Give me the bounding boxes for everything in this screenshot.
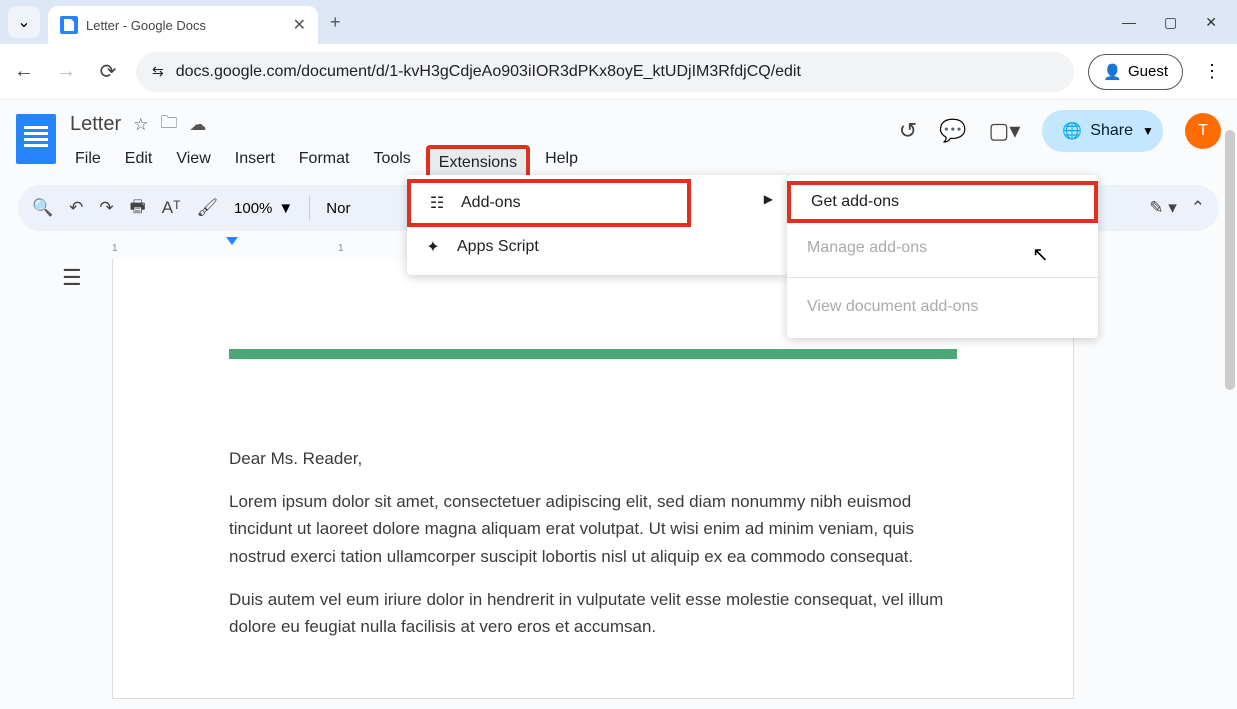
share-dropdown[interactable]: ▼: [1133, 110, 1163, 152]
view-doc-addons-label: View document add-ons: [807, 298, 978, 316]
vertical-scrollbar[interactable]: [1225, 100, 1237, 707]
share-label: Share: [1090, 122, 1133, 140]
menu-item-addons-overflow[interactable]: ▶: [659, 179, 789, 219]
paragraph[interactable]: Lorem ipsum dolor sit amet, consectetuer…: [229, 488, 957, 570]
move-icon[interactable]: 🗀: [160, 110, 177, 139]
chevron-right-icon: ▶: [764, 192, 773, 206]
editing-mode-icon[interactable]: ✎ ▾: [1149, 198, 1177, 218]
browser-menu-button[interactable]: ⋮: [1197, 61, 1227, 82]
cloud-status-icon[interactable]: ☁: [189, 115, 206, 135]
comments-icon[interactable]: 💬: [939, 118, 966, 144]
docs-favicon-icon: [60, 16, 78, 34]
profile-button[interactable]: 👤 Guest: [1088, 54, 1183, 90]
chevron-down-icon: ⌄: [17, 12, 30, 32]
menu-item-view-doc-addons: View document add-ons: [787, 286, 1098, 328]
tab-title: Letter - Google Docs: [86, 18, 285, 33]
mouse-cursor-icon: ↖: [1032, 242, 1049, 267]
apps-script-icon: ✦: [423, 237, 443, 257]
minimize-button[interactable]: —: [1122, 14, 1136, 31]
extensions-menu: ☷ Add-ons ▶ ✦ Apps Script: [407, 175, 787, 275]
chevron-down-icon: ▼: [278, 200, 293, 217]
tab-search-button[interactable]: ⌄: [8, 6, 40, 38]
greeting-line[interactable]: Dear Ms. Reader,: [229, 445, 957, 472]
zoom-select[interactable]: 100% ▼: [234, 200, 293, 217]
addons-submenu: Get add-ons Manage add-ons View document…: [787, 175, 1098, 338]
close-tab-button[interactable]: ✕: [293, 15, 306, 35]
apps-script-label: Apps Script: [457, 238, 539, 256]
paint-format-icon[interactable]: 🖌: [196, 198, 218, 218]
back-button[interactable]: ←: [10, 60, 38, 83]
url-text: docs.google.com/document/d/1-kvH3gCdjeAo…: [176, 63, 801, 81]
close-window-button[interactable]: ✕: [1205, 14, 1217, 31]
addons-icon: ☷: [427, 193, 447, 213]
manage-addons-label: Manage add-ons: [807, 239, 927, 257]
menu-edit[interactable]: Edit: [116, 145, 162, 181]
search-icon[interactable]: 🔍: [32, 198, 53, 218]
paragraph[interactable]: Duis autem vel eum iriure dolor in hendr…: [229, 586, 957, 640]
ruler-tick: 1: [112, 243, 118, 254]
url-field[interactable]: ⇆ docs.google.com/document/d/1-kvH3gCdje…: [136, 52, 1074, 92]
menu-format[interactable]: Format: [290, 145, 359, 181]
browser-tab-strip: ⌄ Letter - Google Docs ✕ + — ▢ ✕: [0, 0, 1237, 44]
ruler-tick: 1: [338, 243, 344, 254]
addons-label: Add-ons: [461, 194, 521, 212]
maximize-button[interactable]: ▢: [1164, 14, 1177, 31]
document-body[interactable]: Dear Ms. Reader, Lorem ipsum dolor sit a…: [229, 445, 957, 640]
redo-icon[interactable]: ↷: [99, 198, 113, 218]
docs-logo-icon[interactable]: [16, 114, 56, 164]
doc-header: Letter ☆ 🗀 ☁ File Edit View Insert Forma…: [0, 100, 1237, 181]
header-decoration: [229, 349, 957, 359]
site-settings-icon[interactable]: ⇆: [152, 63, 164, 80]
zoom-value: 100%: [234, 200, 272, 217]
indent-marker-icon[interactable]: [226, 237, 238, 245]
person-icon: 👤: [1103, 63, 1122, 81]
guest-label: Guest: [1128, 63, 1168, 80]
header-actions: ↺ 💬 ▢▾ 🌐 Share ▼ T: [899, 110, 1221, 152]
scroll-thumb[interactable]: [1225, 130, 1235, 390]
paragraph-style[interactable]: Nor: [326, 200, 350, 217]
menu-item-apps-script[interactable]: ✦ Apps Script: [407, 227, 787, 267]
star-icon[interactable]: ☆: [133, 115, 148, 135]
spellcheck-icon[interactable]: Aᵀ: [162, 198, 181, 218]
window-controls: — ▢ ✕: [1122, 14, 1229, 31]
avatar-initial: T: [1198, 122, 1208, 140]
browser-tab[interactable]: Letter - Google Docs ✕: [48, 6, 318, 44]
outline-toggle-icon[interactable]: ☰: [62, 265, 82, 291]
address-bar: ← → ⟳ ⇆ docs.google.com/document/d/1-kvH…: [0, 44, 1237, 100]
collapse-toolbar-icon[interactable]: ⌃: [1191, 198, 1205, 218]
history-icon[interactable]: ↺: [899, 118, 917, 144]
meet-icon[interactable]: ▢▾: [989, 118, 1021, 144]
print-icon[interactable]: 🖶: [130, 194, 146, 223]
undo-icon[interactable]: ↶: [69, 198, 83, 218]
globe-icon: 🌐: [1062, 121, 1082, 141]
menu-insert[interactable]: Insert: [226, 145, 284, 181]
menu-file[interactable]: File: [66, 145, 110, 181]
document-title[interactable]: Letter: [70, 113, 121, 136]
menu-view[interactable]: View: [167, 145, 219, 181]
menu-item-addons[interactable]: ☷ Add-ons: [407, 179, 691, 227]
vertical-ruler: [0, 239, 20, 709]
account-avatar[interactable]: T: [1185, 113, 1221, 149]
new-tab-button[interactable]: +: [330, 12, 341, 33]
reload-button[interactable]: ⟳: [94, 59, 122, 84]
menu-item-get-addons[interactable]: Get add-ons: [787, 181, 1098, 223]
forward-button[interactable]: →: [52, 60, 80, 83]
get-addons-label: Get add-ons: [811, 193, 899, 211]
menu-separator: [787, 277, 1098, 278]
menu-item-manage-addons: Manage add-ons: [787, 227, 1098, 269]
